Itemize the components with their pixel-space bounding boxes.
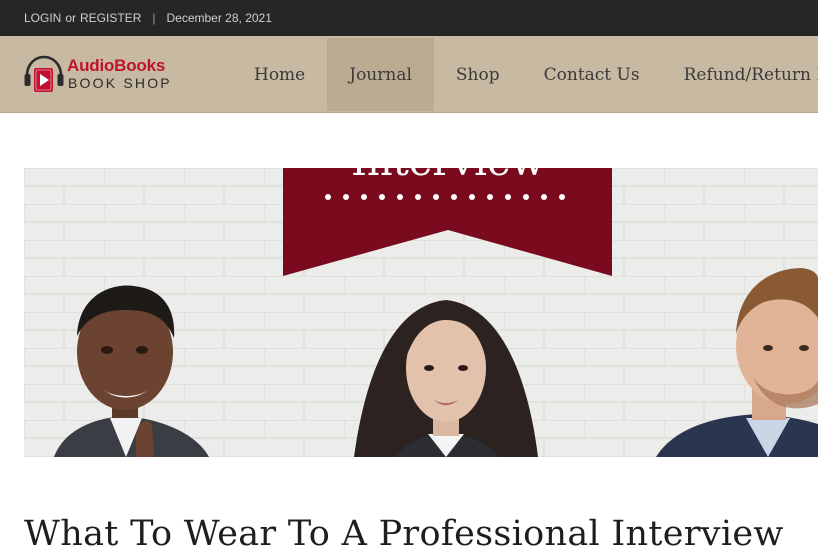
top-bar: LOGIN or REGISTER | December 28, 2021 [0,0,818,36]
register-link[interactable]: REGISTER [80,11,141,25]
nav-item-refund-return-policy[interactable]: Refund/Return Poli [662,38,818,111]
logo-word-audiobooks: AudioBooks [67,56,166,75]
post-title: What To Wear To A Professional Interview [24,514,784,554]
current-date: December 28, 2021 [166,11,272,25]
separator: | [152,11,156,25]
nav-item-contact-us[interactable]: Contact Us [522,38,662,111]
interview-photo: Interview [24,168,818,457]
nav-item-journal[interactable]: Journal [327,38,434,111]
banner-text: Interview [351,168,545,185]
main-nav: Home Journal Shop Contact Us Refund/Retu… [232,38,818,111]
headphones-play-icon [24,55,64,92]
site-header: AudioBooks BOOK SHOP Home Journal Shop C… [0,36,818,113]
logo-word-bookshop: BOOK SHOP [68,75,172,91]
site-logo[interactable]: AudioBooks BOOK SHOP [23,54,183,94]
nav-item-home[interactable]: Home [232,38,327,111]
nav-item-shop[interactable]: Shop [434,38,522,111]
or-text: or [65,11,77,25]
login-link[interactable]: LOGIN [24,11,61,25]
featured-image[interactable]: Interview [24,168,818,457]
